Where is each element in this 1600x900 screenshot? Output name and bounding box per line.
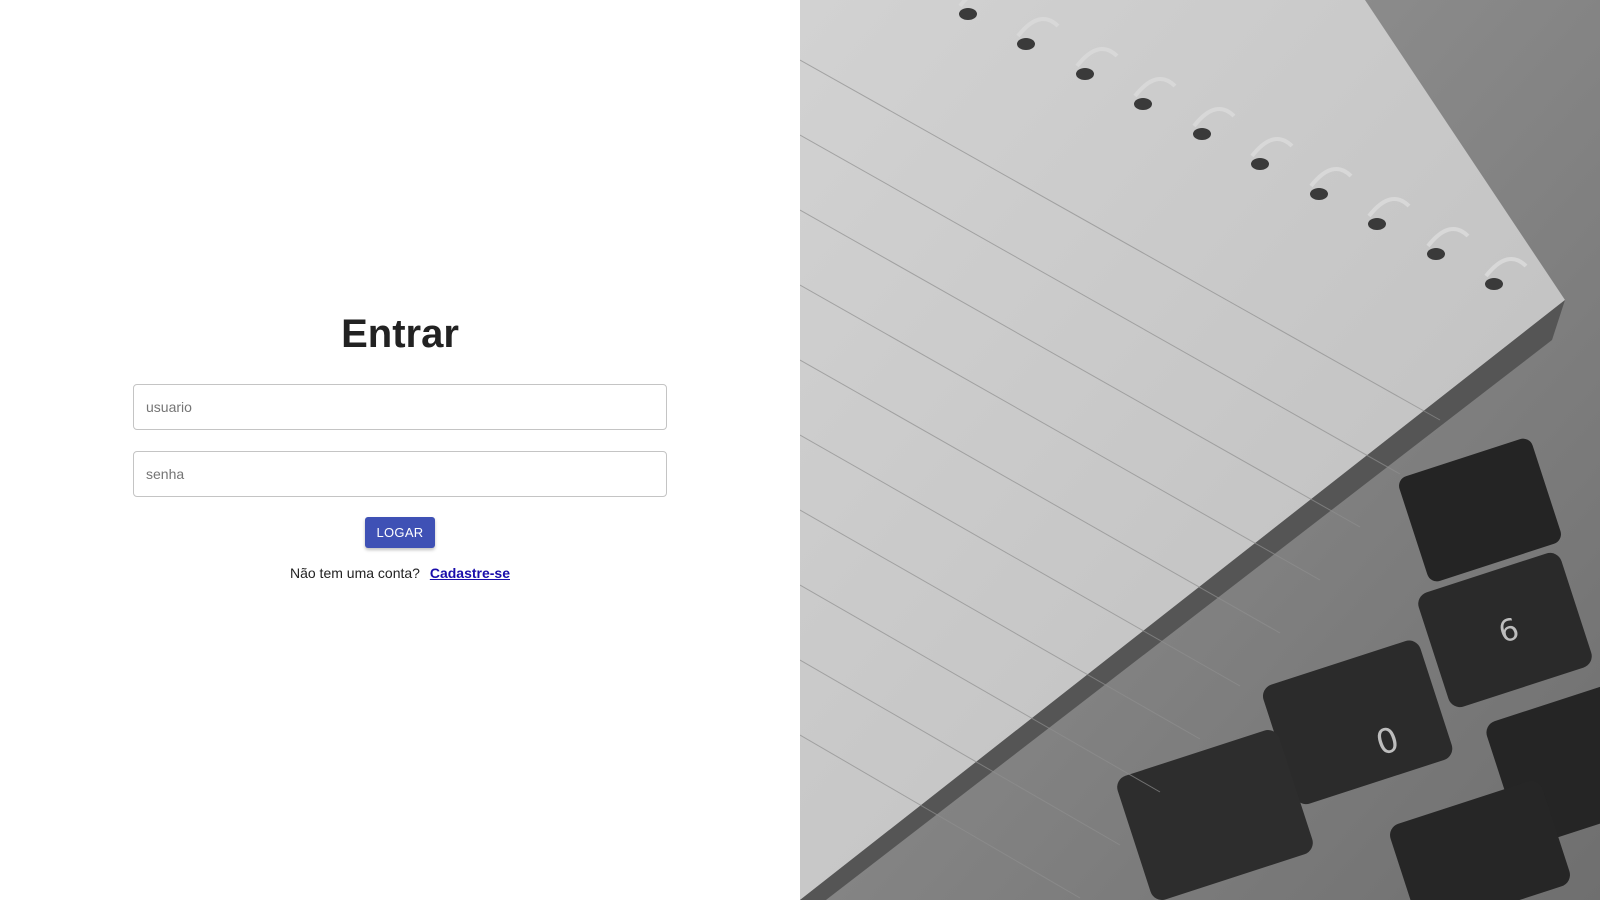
login-panel: Entrar LOGAR Não tem uma conta? Cadastre… [0, 0, 800, 900]
page-title: Entrar [341, 312, 459, 356]
signup-link[interactable]: Cadastre-se [430, 565, 510, 581]
login-page: Entrar LOGAR Não tem uma conta? Cadastre… [0, 0, 1600, 900]
username-input[interactable] [133, 384, 667, 430]
notebook-keyboard-illustration: 9 0 [800, 0, 1600, 900]
signup-row: Não tem uma conta? Cadastre-se [0, 564, 800, 582]
login-button[interactable]: LOGAR [365, 517, 435, 548]
password-input[interactable] [133, 451, 667, 497]
signup-prompt: Não tem uma conta? [289, 565, 420, 581]
notebook-keyboard-photo: 9 0 [800, 0, 1600, 900]
